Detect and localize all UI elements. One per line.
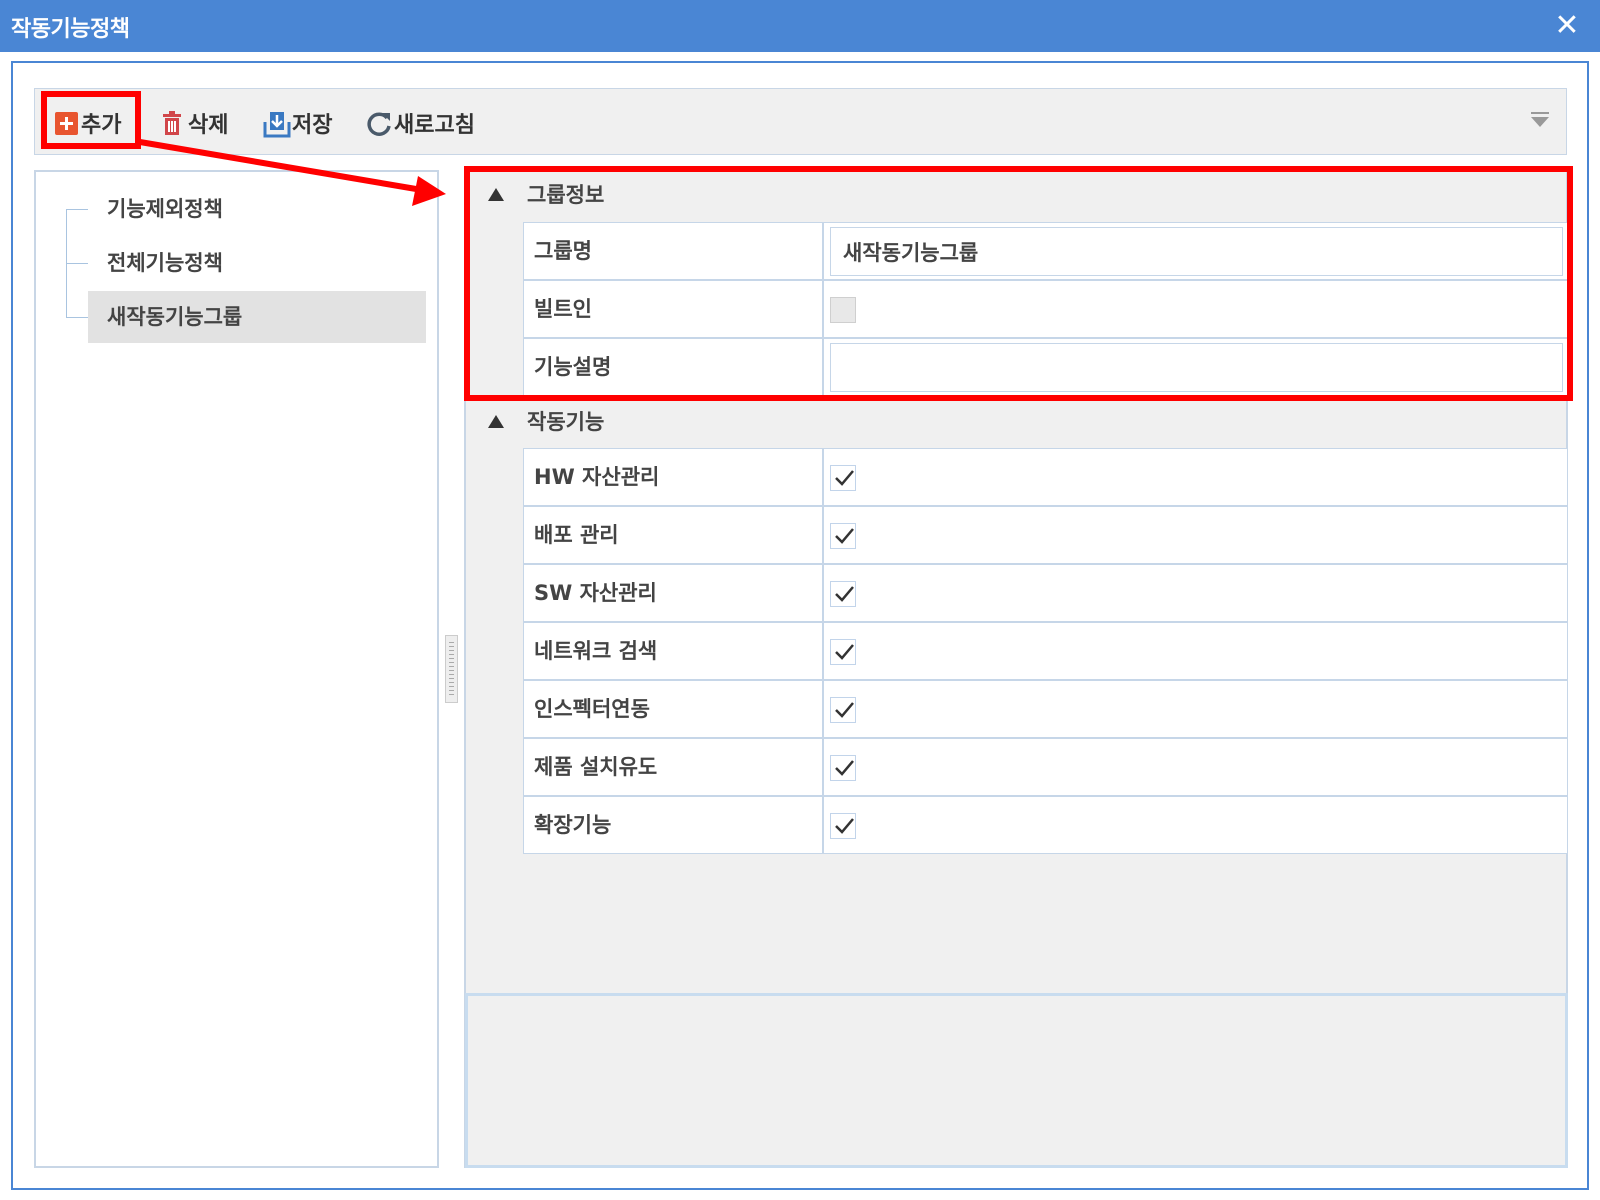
checkmark-icon	[835, 470, 854, 486]
feature-checkbox[interactable]	[830, 813, 856, 839]
toolbar: 추가 삭제 저장 새로고침	[34, 88, 1567, 155]
plus-square-icon	[55, 111, 78, 135]
feature-checkbox[interactable]	[830, 465, 856, 491]
collapse-triangle-icon	[488, 187, 504, 201]
prop-row-description: 기능설명	[523, 338, 1568, 396]
builtin-checkbox	[830, 297, 856, 323]
save-button[interactable]: 저장	[263, 103, 332, 143]
panel-splitter[interactable]	[445, 635, 458, 703]
collapse-triangle-icon	[488, 414, 504, 428]
feature-checkbox[interactable]	[830, 697, 856, 723]
save-button-label: 저장	[292, 113, 333, 138]
section-title: 작동기능	[527, 410, 605, 434]
prop-row-feature: 확장기능	[523, 796, 1568, 854]
feature-checkbox[interactable]	[830, 581, 856, 607]
tree-connector	[66, 263, 88, 264]
feature-label: 네트워크 검색	[524, 623, 824, 679]
delete-button-label: 삭제	[188, 113, 229, 138]
prop-row-feature: SW 자산관리	[523, 564, 1568, 622]
feature-checkbox[interactable]	[830, 639, 856, 665]
prop-row-feature: 제품 설치유도	[523, 738, 1568, 796]
prop-row-feature: 배포 관리	[523, 506, 1568, 564]
section-group-info[interactable]: 그룹정보	[488, 174, 604, 214]
prop-row-feature: 네트워크 검색	[523, 622, 1568, 680]
feature-label: 확장기능	[524, 797, 824, 853]
feature-label: HW 자산관리	[524, 449, 824, 505]
checkmark-icon	[835, 702, 854, 718]
feature-checkbox[interactable]	[830, 523, 856, 549]
title-bar: 작동기능정책 ✕	[0, 0, 1600, 52]
feature-checkbox[interactable]	[830, 755, 856, 781]
prop-row-feature: HW 자산관리	[523, 448, 1568, 506]
add-button[interactable]: 추가	[55, 103, 121, 143]
prop-row-builtin: 빌트인	[523, 280, 1568, 338]
trash-icon	[159, 110, 185, 136]
checkmark-icon	[835, 760, 854, 776]
prop-label: 그룹명	[524, 223, 824, 279]
tree-item-new-function-group[interactable]: 새작동기능그룹	[88, 291, 426, 343]
refresh-button[interactable]: 새로고침	[365, 103, 475, 143]
prop-label: 빌트인	[524, 281, 824, 337]
description-pane	[465, 993, 1568, 1168]
download-icon	[263, 110, 291, 138]
checkmark-icon	[835, 528, 854, 544]
feature-label: 인스펙터연동	[524, 681, 824, 737]
checkmark-icon	[835, 644, 854, 660]
close-icon[interactable]: ✕	[1550, 8, 1584, 44]
tree-item-all-function-policy[interactable]: 전체기능정책	[88, 237, 426, 289]
filter-menu-icon[interactable]	[1530, 109, 1550, 131]
tree-item-function-exclusion-policy[interactable]: 기능제외정책	[88, 183, 426, 235]
prop-row-feature: 인스펙터연동	[523, 680, 1568, 738]
tree-connector	[66, 209, 88, 210]
prop-label: 기능설명	[524, 339, 824, 395]
prop-row-group-name: 그룹명	[523, 222, 1568, 280]
section-title: 그룹정보	[527, 183, 605, 207]
checkmark-icon	[835, 586, 854, 602]
tree-connector	[66, 317, 88, 318]
refresh-icon	[365, 110, 391, 136]
add-button-label: 추가	[81, 113, 122, 138]
refresh-button-label: 새로고침	[394, 113, 475, 138]
checkmark-icon	[835, 818, 854, 834]
description-input[interactable]	[830, 343, 1563, 392]
window-title: 작동기능정책	[11, 17, 130, 42]
feature-label: 제품 설치유도	[524, 739, 824, 795]
delete-button[interactable]: 삭제	[159, 103, 228, 143]
section-features[interactable]: 작동기능	[488, 401, 604, 441]
feature-label: SW 자산관리	[524, 565, 824, 621]
group-name-input[interactable]	[830, 227, 1563, 276]
feature-label: 배포 관리	[524, 507, 824, 563]
